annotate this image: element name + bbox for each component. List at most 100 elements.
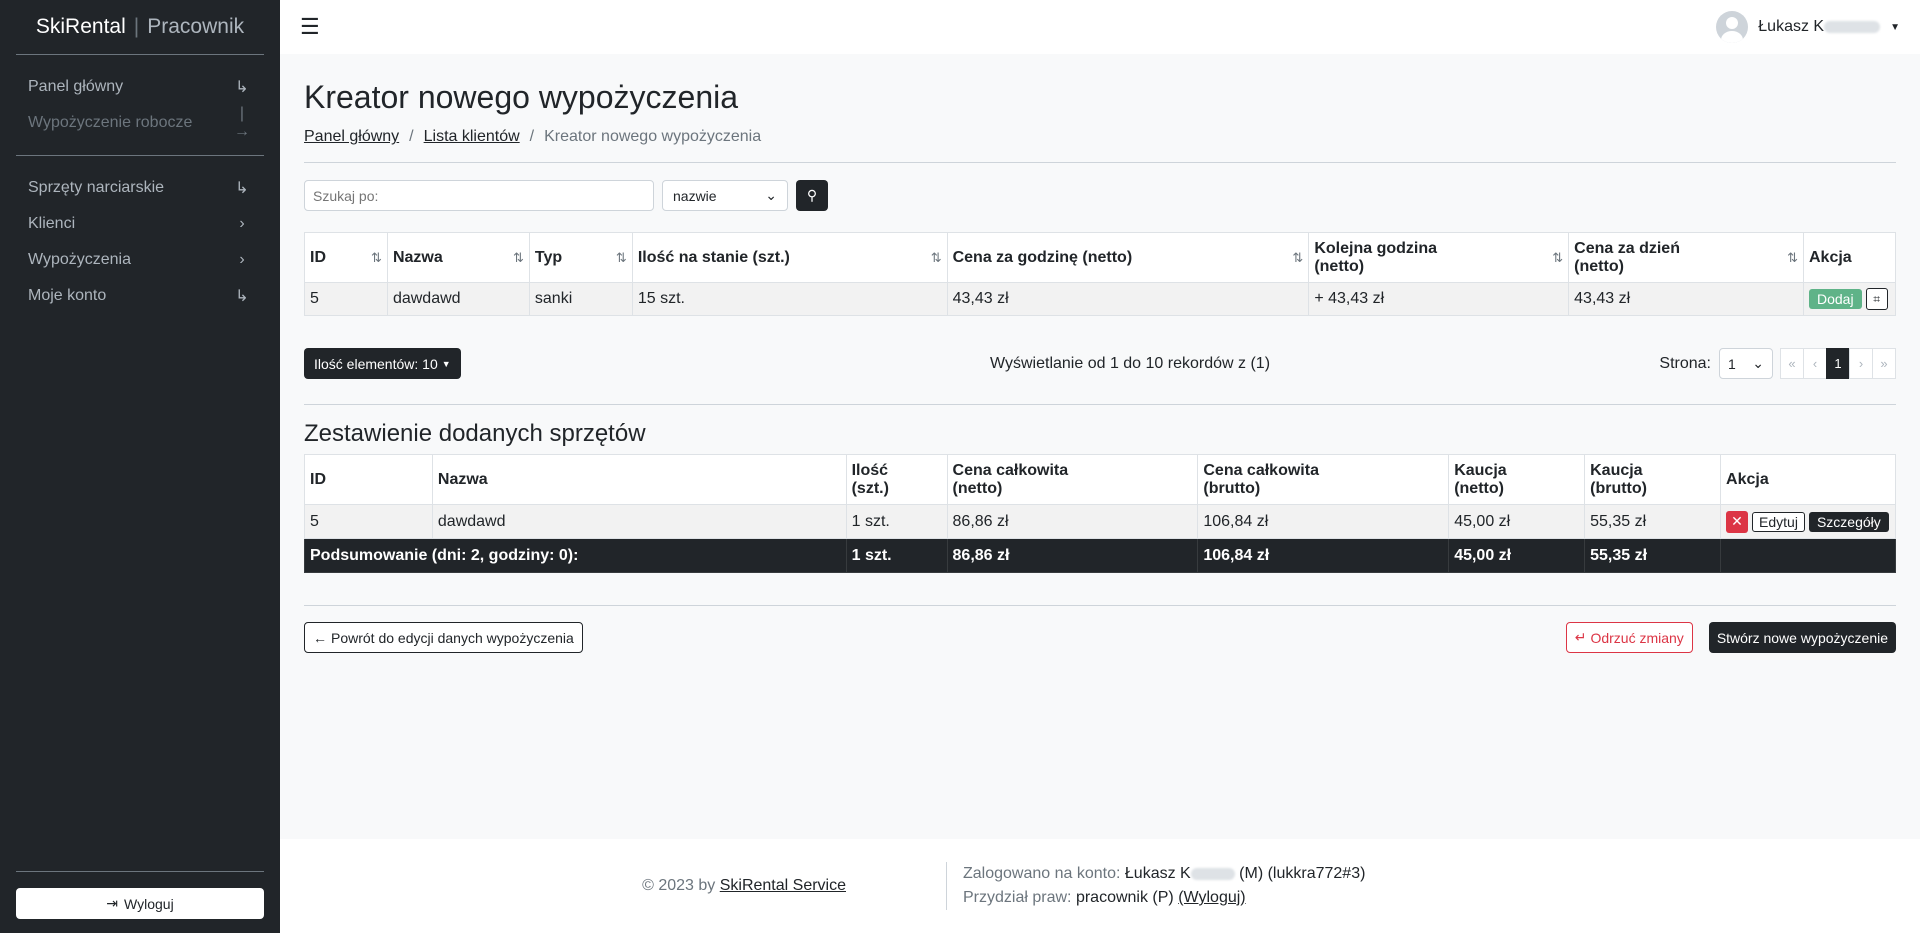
column-header-next-hour[interactable]: Kolejna godzina (netto) ⇅ (1308, 232, 1570, 284)
sidebar-item-my-account[interactable]: Moje konto ↳ (0, 278, 280, 314)
footer-service-link[interactable]: SkiRental Service (720, 877, 846, 894)
table-row: 5 dawdawd 1 szt. 86,86 zł 106,84 zł 45,0… (304, 504, 1896, 540)
divider (304, 605, 1896, 607)
footer-logged-line: Zalogowano na konto: Łukasz K (M) (lukkr… (963, 865, 1366, 882)
page-size-dropdown[interactable]: Ilość elementów: 10 ▼ (304, 348, 461, 380)
sidebar-item-label: Klienci (28, 215, 76, 232)
user-name: Łukasz K (1758, 18, 1881, 36)
cell-qty: 1 szt. (845, 504, 948, 540)
divider (304, 162, 1896, 164)
table-header-row: ID ⇅ Nazwa ⇅ Typ ⇅ Ilość na stanie (szt.) ⇅ … (304, 232, 1896, 284)
edit-button[interactable]: Edytuj (1752, 511, 1805, 532)
totals-label: Podsumowanie (dni: 2, godziny: 0): (304, 538, 847, 574)
column-header-name[interactable]: Nazwa ⇅ (386, 232, 530, 284)
sidebar-logout-button[interactable]: ⇥ Wyloguj (16, 888, 264, 919)
breadcrumb-current: Kreator nowego wypożyczenia (544, 128, 762, 146)
brand[interactable]: SkiRental | Pracownik (0, 0, 280, 54)
caret-down-icon: ▼ (441, 358, 451, 369)
cell-deposit-gross: 55,35 zł (1584, 504, 1722, 540)
column-header-total-net: Cena całkowita (netto) (946, 454, 1199, 506)
add-button[interactable]: Dodaj (1809, 288, 1862, 309)
breadcrumb-clients[interactable]: Lista klientów (424, 128, 520, 146)
sidebar-item-dashboard[interactable]: Panel główny ↳ (0, 69, 280, 105)
totals-deposit-net: 45,00 zł (1448, 538, 1586, 574)
top-header: ☰ Łukasz K ▼ (280, 0, 1920, 54)
column-header-type[interactable]: Typ ⇅ (528, 232, 633, 284)
cell-total-gross: 106,84 zł (1197, 504, 1450, 540)
search-field-select[interactable]: nazwie ⌄ (662, 180, 788, 212)
column-header-total-gross: Cena całkowita (brutto) (1197, 454, 1450, 506)
sidebar-item-rentals[interactable]: Wypożyczenia › (0, 242, 280, 278)
bar-arrow-icon: |→ (234, 105, 250, 140)
summary-table: ID Nazwa Ilość (szt.) Cena całkowita (ne… (304, 454, 1896, 574)
sort-icon: ⇅ (1552, 249, 1564, 265)
avatar (1716, 11, 1749, 43)
back-to-edit-button[interactable]: ← Powrót do edycji danych wypożyczenia (304, 622, 583, 654)
first-page-icon[interactable]: « (1779, 348, 1804, 380)
sidebar-item-label: Panel główny (28, 78, 124, 95)
brand-role: Pracownik (147, 15, 245, 38)
return-arrow-icon: ↵ (1574, 629, 1587, 646)
footer-logout-link[interactable]: (Wyloguj) (1178, 889, 1245, 906)
chevron-down-icon: ⌄ (1752, 355, 1764, 372)
page-label: Strona: (1659, 354, 1711, 372)
totals-total-net: 86,86 zł (946, 538, 1199, 574)
column-header-name: Nazwa (431, 454, 847, 506)
page-title: Kreator nowego wypożyczenia (304, 79, 739, 115)
search-field-value: nazwie (673, 187, 717, 204)
breadcrumb: Panel główny / Lista klientów / Kreator … (304, 128, 1896, 146)
sidebar-group-manage: Sprzęty narciarskie ↳ Klienci › Wypożycz… (0, 156, 280, 328)
create-rental-button[interactable]: Stwórz nowe wypożyczenie (1708, 622, 1896, 654)
page-number-current[interactable]: 1 (1825, 348, 1850, 380)
next-page-icon[interactable]: › (1848, 348, 1873, 380)
pager: « ‹ 1 › » (1779, 348, 1896, 380)
hamburger-menu-icon[interactable]: ☰ (300, 14, 320, 40)
cell-deposit-net: 45,00 zł (1448, 504, 1586, 540)
totals-qty: 1 szt. (845, 538, 948, 574)
cell-name: dawdawd (386, 282, 530, 317)
prev-page-icon[interactable]: ‹ (1802, 348, 1827, 380)
delete-icon[interactable]: ✕ (1726, 510, 1749, 533)
caret-down-icon: ▼ (1890, 21, 1900, 33)
search-icon: ⚲ (806, 187, 818, 204)
sidebar-item-label: Moje konto (28, 287, 107, 304)
arrow-turn-icon: ↳ (235, 79, 249, 96)
search-bar: nazwie ⌄ ⚲ (304, 180, 1896, 212)
cell-id: 5 (304, 504, 433, 540)
totals-action-empty (1720, 538, 1896, 574)
form-actions: ← Powrót do edycji danych wypożyczenia ↵… (304, 622, 1896, 654)
cell-type: sanki (528, 282, 633, 317)
column-header-stock[interactable]: Ilość na stanie (szt.) ⇅ (631, 232, 948, 284)
sidebar-item-label: Sprzęty narciarskie (28, 179, 165, 196)
sidebar-item-clients[interactable]: Klienci › (0, 206, 280, 242)
column-header-id[interactable]: ID ⇅ (304, 232, 388, 284)
column-header-action: Akcja (1803, 232, 1896, 284)
summary-totals-row: Podsumowanie (dni: 2, godziny: 0): 1 szt… (304, 538, 1896, 574)
sidebar-item-ski-equipment[interactable]: Sprzęty narciarskie ↳ (0, 170, 280, 206)
footer: © 2023 by SkiRental Service Zalogowano n… (280, 839, 1920, 933)
breadcrumb-dashboard[interactable]: Panel główny (304, 128, 399, 146)
sidebar-divider (16, 871, 264, 872)
sort-icon: ⇅ (615, 249, 627, 265)
breadcrumb-separator: / (409, 128, 414, 146)
pagination-bar: Ilość elementów: 10 ▼ Wyświetlanie od 1 … (304, 348, 1896, 380)
user-menu[interactable]: Łukasz K ▼ (1716, 11, 1900, 43)
totals-total-gross: 106,84 zł (1197, 538, 1450, 574)
qr-scan-icon[interactable]: ⌗ (1865, 288, 1888, 311)
main-content: Kreator nowego wypożyczenia Panel główny… (280, 54, 1920, 839)
footer-copyright: © 2023 by SkiRental Service (642, 877, 846, 894)
discard-changes-button[interactable]: ↵ Odrzuć zmiany (1565, 622, 1693, 654)
column-header-price-hour[interactable]: Cena za godzinę (netto) ⇅ (946, 232, 1310, 284)
search-input[interactable] (304, 180, 654, 212)
details-button[interactable]: Szczegóły (1808, 511, 1889, 532)
column-header-id: ID (304, 454, 433, 506)
sort-icon: ⇅ (512, 249, 524, 265)
last-page-icon[interactable]: » (1871, 348, 1896, 380)
chevron-right-icon: › (239, 215, 245, 232)
page-select[interactable]: 1 ⌄ (1718, 348, 1773, 380)
cell-price-day: 43,43 zł (1568, 282, 1804, 317)
column-header-price-day[interactable]: Cena za dzień (netto) ⇅ (1568, 232, 1804, 284)
column-header-qty: Ilość (szt.) (845, 454, 948, 506)
search-button[interactable]: ⚲ (796, 180, 828, 212)
sort-icon: ⇅ (371, 249, 382, 265)
